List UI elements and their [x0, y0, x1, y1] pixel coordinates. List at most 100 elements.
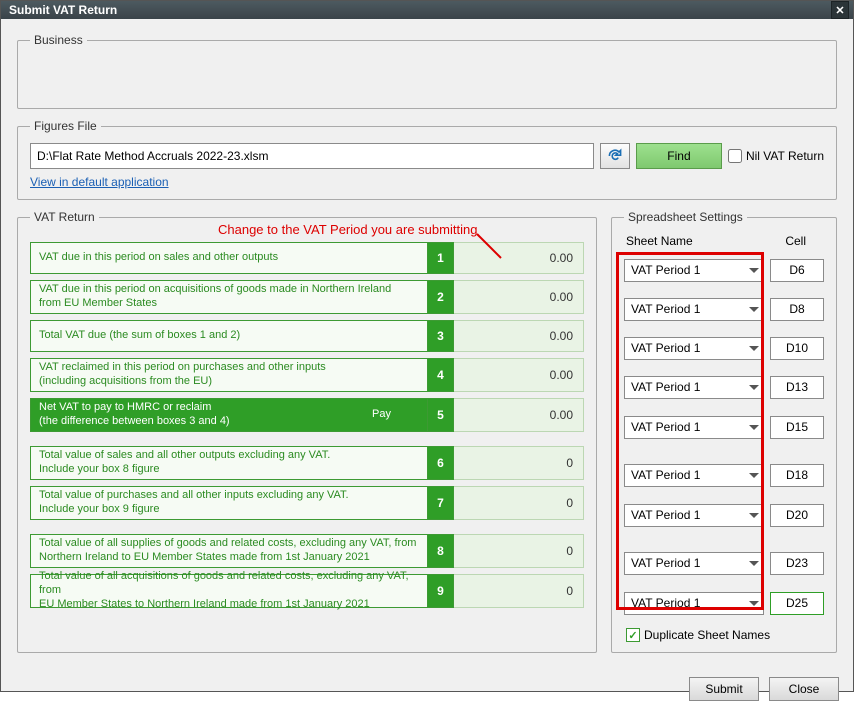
- vat-line-3: Total VAT due (the sum of boxes 1 and 2)…: [30, 320, 584, 352]
- vat-line-7: Total value of purchases and all other i…: [30, 486, 584, 520]
- sheet-name-dropdown-2[interactable]: VAT Period 1: [624, 298, 764, 321]
- dup-label: Duplicate Sheet Names: [644, 628, 770, 642]
- find-button[interactable]: Find: [636, 143, 722, 169]
- vat-desc-line2: (including acquisitions from the EU): [39, 375, 419, 389]
- chevron-down-icon: [749, 561, 759, 566]
- vat-value-8: 0: [454, 534, 584, 568]
- business-fieldset: Business: [17, 33, 837, 109]
- vat-line-1: VAT due in this period on sales and othe…: [30, 242, 584, 274]
- chevron-down-icon: [749, 601, 759, 606]
- refresh-button[interactable]: [600, 143, 630, 169]
- chevron-down-icon: [749, 473, 759, 478]
- chevron-down-icon: [749, 307, 759, 312]
- vat-return-legend: VAT Return: [30, 210, 99, 224]
- vat-box-number: 6: [428, 446, 454, 480]
- vat-desc-9: Total value of all acquisitions of goods…: [30, 574, 428, 608]
- chevron-down-icon: [749, 385, 759, 390]
- cell-input-4[interactable]: [770, 376, 824, 399]
- cell-input-7[interactable]: [770, 504, 824, 527]
- sheet-name-value: VAT Period 1: [631, 263, 700, 277]
- dialog-title: Submit VAT Return: [9, 3, 117, 17]
- sheet-name-dropdown-3[interactable]: VAT Period 1: [624, 337, 764, 360]
- figures-fieldset: Figures File Find Nil VAT Return View in…: [17, 119, 837, 200]
- vat-desc-line2: Include your box 8 figure: [39, 463, 419, 477]
- cell-input-9[interactable]: [770, 592, 824, 615]
- vat-value-3: 0.00: [454, 320, 584, 352]
- vat-desc-line1: Net VAT to pay to HMRC or reclaim: [39, 401, 419, 415]
- sheet-name-dropdown-9[interactable]: VAT Period 1: [624, 592, 764, 615]
- submit-vat-dialog: Submit VAT Return ✕ Business Figures Fil…: [0, 0, 854, 692]
- dialog-footer: Submit Close: [1, 667, 853, 711]
- cell-input-6[interactable]: [770, 464, 824, 487]
- vat-desc-line1: Total value of all acquisitions of goods…: [39, 570, 419, 598]
- vat-desc-1: VAT due in this period on sales and othe…: [30, 242, 428, 274]
- vat-value-4: 0.00: [454, 358, 584, 392]
- duplicate-sheet-names-checkbox[interactable]: ✓ Duplicate Sheet Names: [624, 628, 824, 642]
- vat-line-8: Total value of all supplies of goods and…: [30, 534, 584, 568]
- chevron-down-icon: [749, 346, 759, 351]
- vat-desc-line2: from EU Member States: [39, 297, 419, 311]
- vat-line-5: Net VAT to pay to HMRC or reclaim(the di…: [30, 398, 584, 432]
- vat-desc-line1: Total value of sales and all other outpu…: [39, 449, 419, 463]
- vat-desc-5: Net VAT to pay to HMRC or reclaim(the di…: [30, 398, 428, 432]
- cell-header: Cell: [785, 234, 806, 248]
- vat-box-number: 2: [428, 280, 454, 314]
- figures-path-input[interactable]: [30, 143, 594, 169]
- vat-desc-line1: Total value of all supplies of goods and…: [39, 537, 419, 551]
- vat-box-number: 7: [428, 486, 454, 520]
- business-legend: Business: [30, 33, 87, 47]
- vat-box-number: 3: [428, 320, 454, 352]
- refresh-icon: [607, 148, 623, 164]
- vat-line-9: Total value of all acquisitions of goods…: [30, 574, 584, 608]
- sheet-name-header: Sheet Name: [626, 234, 693, 248]
- vat-desc-line1: VAT reclaimed in this period on purchase…: [39, 361, 419, 375]
- vat-box-number: 5: [428, 398, 454, 432]
- cell-input-1[interactable]: [770, 259, 824, 282]
- ss-row-1: VAT Period 1: [624, 254, 824, 286]
- vat-desc-line1: Total VAT due (the sum of boxes 1 and 2): [39, 329, 419, 343]
- vat-line-6: Total value of sales and all other outpu…: [30, 446, 584, 480]
- close-button[interactable]: Close: [769, 677, 839, 701]
- submit-button[interactable]: Submit: [689, 677, 759, 701]
- vat-value-9: 0: [454, 574, 584, 608]
- vat-return-fieldset: VAT Return Change to the VAT Period you …: [17, 210, 597, 653]
- close-icon[interactable]: ✕: [831, 1, 849, 19]
- chevron-down-icon: [749, 268, 759, 273]
- vat-box-number: 8: [428, 534, 454, 568]
- vat-box-number: 1: [428, 242, 454, 274]
- vat-value-2: 0.00: [454, 280, 584, 314]
- sheet-name-dropdown-8[interactable]: VAT Period 1: [624, 552, 764, 575]
- vat-desc-4: VAT reclaimed in this period on purchase…: [30, 358, 428, 392]
- sheet-name-dropdown-5[interactable]: VAT Period 1: [624, 416, 764, 439]
- vat-desc-line2: EU Member States to Northern Ireland mad…: [39, 598, 419, 612]
- sheet-name-value: VAT Period 1: [631, 508, 700, 522]
- vat-desc-line1: VAT due in this period on acquisitions o…: [39, 283, 419, 297]
- nil-vat-return-checkbox[interactable]: Nil VAT Return: [728, 149, 824, 163]
- cell-input-2[interactable]: [770, 298, 824, 321]
- vat-line-2: VAT due in this period on acquisitions o…: [30, 280, 584, 314]
- cell-input-8[interactable]: [770, 552, 824, 575]
- vat-desc-line1: Total value of purchases and all other i…: [39, 489, 419, 503]
- pay-label: Pay: [372, 408, 391, 422]
- vat-desc-line2: (the difference between boxes 3 and 4): [39, 415, 419, 429]
- vat-value-1: 0.00: [454, 242, 584, 274]
- sheet-name-dropdown-7[interactable]: VAT Period 1: [624, 504, 764, 527]
- vat-desc-3: Total VAT due (the sum of boxes 1 and 2): [30, 320, 428, 352]
- vat-value-6: 0: [454, 446, 584, 480]
- sheet-name-dropdown-4[interactable]: VAT Period 1: [624, 376, 764, 399]
- spreadsheet-settings-fieldset: Spreadsheet Settings Sheet Name Cell VAT…: [611, 210, 837, 653]
- cell-input-5[interactable]: [770, 416, 824, 439]
- sheet-name-dropdown-6[interactable]: VAT Period 1: [624, 464, 764, 487]
- figures-legend: Figures File: [30, 119, 101, 133]
- ss-row-6: VAT Period 1: [624, 458, 824, 492]
- vat-desc-line2: Include your box 9 figure: [39, 503, 419, 517]
- sheet-name-value: VAT Period 1: [631, 468, 700, 482]
- nil-checkbox[interactable]: [728, 149, 742, 163]
- cell-input-3[interactable]: [770, 337, 824, 360]
- sheet-name-dropdown-1[interactable]: VAT Period 1: [624, 259, 764, 282]
- chevron-down-icon: [749, 513, 759, 518]
- vat-desc-8: Total value of all supplies of goods and…: [30, 534, 428, 568]
- ss-row-9: VAT Period 1: [624, 586, 824, 620]
- view-default-app-link[interactable]: View in default application: [30, 175, 169, 189]
- sheet-name-value: VAT Period 1: [631, 341, 700, 355]
